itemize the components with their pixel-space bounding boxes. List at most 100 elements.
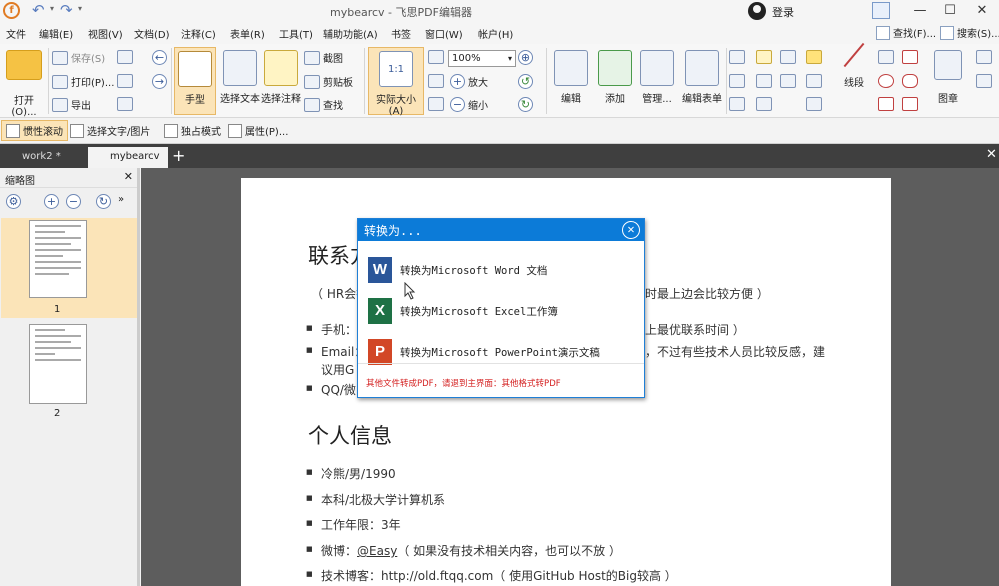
gear-icon[interactable]: ⚙ xyxy=(6,194,21,209)
cloud-tool[interactable] xyxy=(902,74,918,88)
user-icon[interactable] xyxy=(748,2,766,20)
redo-dropdown-icon[interactable]: ▾ xyxy=(78,4,82,13)
menu-edit[interactable]: 编辑(E) xyxy=(39,26,73,41)
thumbnail-page-1[interactable] xyxy=(29,220,87,298)
tab-mybearcv[interactable]: mybearcv xyxy=(88,147,168,168)
fit-page-button[interactable] xyxy=(428,50,444,64)
export-button[interactable]: 导出 xyxy=(52,97,91,112)
convert-to-powerpoint-item[interactable]: P 转换为Microsoft PowerPoint演示文稿 xyxy=(368,339,600,365)
polygon-tool[interactable] xyxy=(902,50,918,64)
more-icon[interactable]: » xyxy=(118,194,124,205)
note-tool[interactable] xyxy=(806,50,822,64)
menu-comment[interactable]: 注释(C) xyxy=(181,26,216,41)
search-button[interactable]: 搜索(S)... xyxy=(940,25,999,40)
new-tab-icon[interactable]: + xyxy=(172,146,185,165)
layout-icon[interactable] xyxy=(872,2,890,19)
save-button[interactable]: 保存(S) xyxy=(52,50,105,65)
select-text-button[interactable]: 选择文本 xyxy=(218,50,262,105)
area-tool[interactable] xyxy=(729,74,745,88)
rotate-thumbnail-icon[interactable]: ↻ xyxy=(96,194,111,209)
convert-to-excel-item[interactable]: X 转换为Microsoft Excel工作簿 xyxy=(368,298,558,324)
menu-account[interactable]: 帐户(H) xyxy=(478,26,513,41)
login-link[interactable]: 登录 xyxy=(772,4,794,20)
manage-button[interactable]: 管理... xyxy=(637,50,677,105)
rotate-left-button[interactable]: ↺ xyxy=(518,74,533,89)
menu-tools[interactable]: 工具(T) xyxy=(279,26,313,41)
shrink-thumbnail-icon[interactable]: − xyxy=(66,194,81,209)
add-button[interactable]: 添加 xyxy=(594,50,636,105)
hand-tool-button[interactable]: 手型 xyxy=(174,47,216,115)
zoom-in-button[interactable]: + 放大 xyxy=(450,74,488,89)
menu-document[interactable]: 文档(D) xyxy=(134,26,170,41)
zoom-out-button[interactable]: − 缩小 xyxy=(450,97,488,112)
edit-button[interactable]: 编辑 xyxy=(550,50,592,105)
convert-note[interactable]: 其他文件转成PDF，请退到主界面：其他格式转PDF xyxy=(366,377,561,389)
menu-view[interactable]: 视图(V) xyxy=(88,26,123,41)
close-icon[interactable]: ✕ xyxy=(622,221,640,239)
screenshot-button[interactable]: 截图 xyxy=(304,50,343,65)
rectangle-tool[interactable] xyxy=(878,97,894,111)
redo-icon[interactable]: ↷ xyxy=(60,1,73,19)
menu-form[interactable]: 表单(R) xyxy=(230,26,265,41)
thumbnail-page-2[interactable] xyxy=(29,324,87,404)
select-text-image-button[interactable]: 选择文字/图片 xyxy=(70,123,150,138)
convert-to-word-item[interactable]: W 转换为Microsoft Word 文档 xyxy=(368,257,547,283)
upload-button[interactable] xyxy=(117,74,133,88)
properties-button[interactable]: 属性(P)... xyxy=(228,123,288,138)
callout-tool[interactable] xyxy=(729,97,745,111)
forward-button[interactable]: → xyxy=(152,74,167,89)
print-button[interactable]: 打印(P)... xyxy=(52,74,114,89)
find-button[interactable]: 查找(F)... xyxy=(876,25,936,40)
oval-tool[interactable] xyxy=(878,74,894,88)
exclusive-mode-button[interactable]: 独占模式 xyxy=(164,123,221,138)
menu-window[interactable]: 窗口(W) xyxy=(425,26,463,41)
line-tool-button[interactable]: 线段 xyxy=(836,42,872,89)
sound-tool[interactable] xyxy=(806,97,822,111)
email-button[interactable] xyxy=(117,50,133,64)
eraser-tool[interactable] xyxy=(976,74,992,88)
text-box-tool[interactable] xyxy=(729,50,745,64)
menu-bookmarks[interactable]: 书签 xyxy=(391,26,411,41)
close-button[interactable]: ✕ xyxy=(967,0,997,22)
zoom-in-label: 放大 xyxy=(468,78,488,89)
inertia-scroll-button[interactable]: 惯性滚动 xyxy=(1,120,68,141)
menu-accessibility[interactable]: 辅助功能(A) xyxy=(323,26,378,41)
arrow-icon xyxy=(878,50,894,64)
open-button[interactable]: 打开(O)... xyxy=(2,50,46,118)
arrow-tool[interactable] xyxy=(878,50,894,64)
polyline-tool[interactable] xyxy=(902,97,918,111)
back-button[interactable]: ← xyxy=(152,50,167,65)
new-button[interactable] xyxy=(117,97,133,111)
clipboard-button[interactable]: 剪贴板 xyxy=(304,74,353,89)
tab-work2[interactable]: work2 * xyxy=(0,147,69,168)
fit-visible-button[interactable] xyxy=(428,97,444,111)
weibo-link[interactable]: @Easy xyxy=(357,544,397,558)
actual-size-button[interactable]: 1:1 实际大小(A) xyxy=(368,47,424,117)
typewriter-tool[interactable] xyxy=(756,50,772,64)
select-annotation-button[interactable]: 选择注释 xyxy=(260,50,302,105)
close-icon[interactable]: ✕ xyxy=(124,170,133,183)
insert-text-tool[interactable] xyxy=(756,97,772,111)
replace-text-tool[interactable] xyxy=(780,74,796,88)
edit-form-button[interactable]: 编辑表单 xyxy=(680,50,724,105)
panel-splitter[interactable] xyxy=(137,168,140,586)
export-label: 导出 xyxy=(71,101,91,112)
enlarge-thumbnail-icon[interactable]: + xyxy=(44,194,59,209)
minimize-button[interactable]: — xyxy=(905,0,935,22)
rotate-right-button[interactable]: ↻ xyxy=(518,97,533,112)
undo-dropdown-icon[interactable]: ▾ xyxy=(50,4,54,13)
stamp-button[interactable]: 图章 xyxy=(930,50,966,105)
zoom-tool-button[interactable]: ⊕ xyxy=(518,50,533,65)
underline-tool[interactable] xyxy=(780,50,796,64)
maximize-button[interactable]: ☐ xyxy=(935,0,965,22)
fit-width-button[interactable] xyxy=(428,74,444,88)
ribbon-find-button[interactable]: 查找 xyxy=(304,97,343,112)
zoom-select[interactable]: 100% ▾ xyxy=(448,50,516,67)
attach-tool[interactable] xyxy=(806,74,822,88)
close-tab-icon[interactable]: ✕ xyxy=(986,147,997,162)
pencil-tool[interactable] xyxy=(976,50,992,64)
undo-icon[interactable]: ↶ xyxy=(32,1,45,19)
strikeout-tool[interactable] xyxy=(756,74,772,88)
excel-icon: X xyxy=(368,298,392,324)
menu-file[interactable]: 文件 xyxy=(6,26,26,41)
